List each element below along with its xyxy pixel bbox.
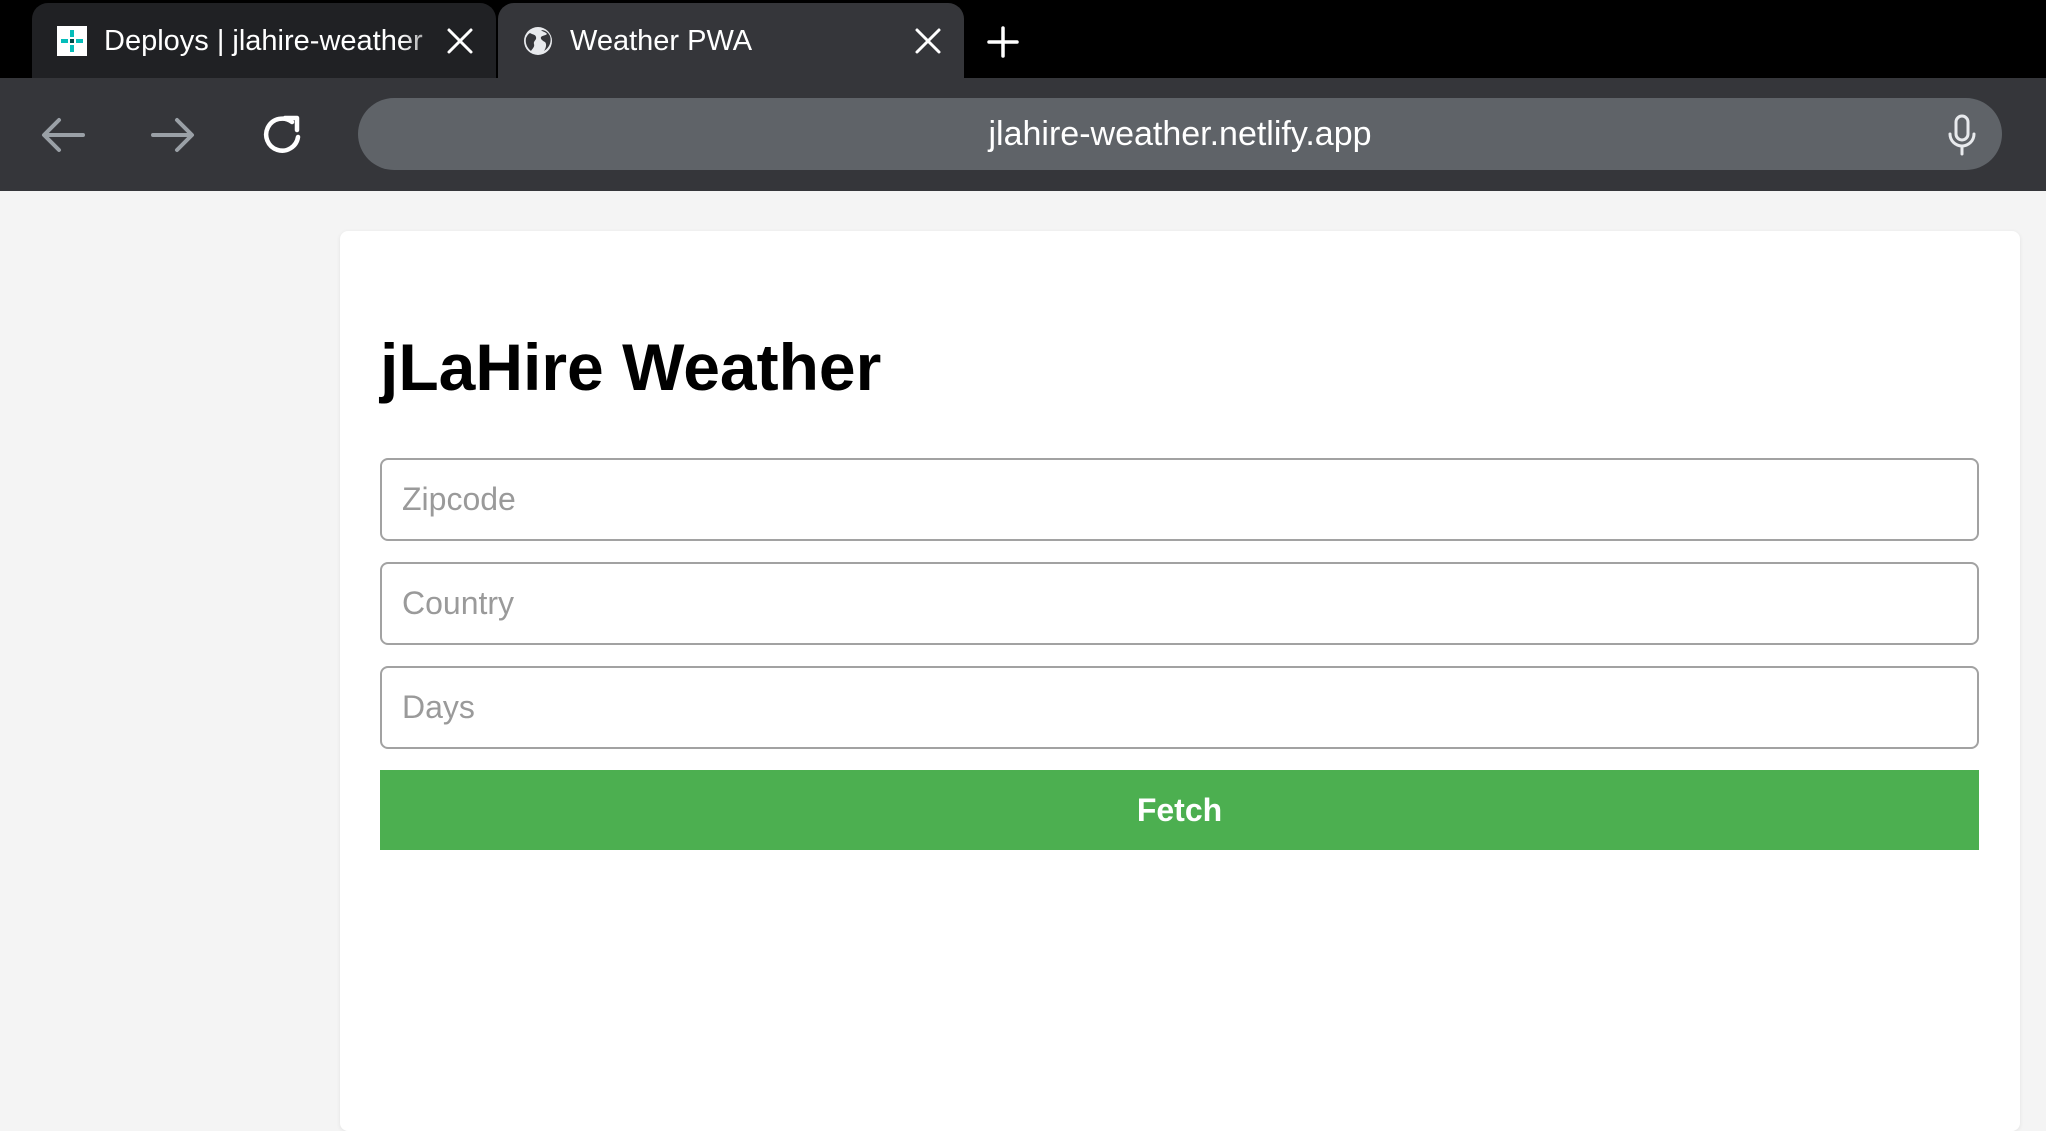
microphone-icon[interactable] bbox=[1942, 114, 1982, 156]
plus-icon[interactable] bbox=[983, 22, 1023, 62]
tab-weather-pwa[interactable]: Weather PWA bbox=[498, 3, 964, 78]
tab-title: Deploys | jlahire-weather bbox=[104, 25, 423, 57]
browser-toolbar: jlahire-weather.netlify.app bbox=[0, 78, 2046, 191]
zipcode-input[interactable] bbox=[380, 458, 1979, 541]
tab-deploys[interactable]: Deploys | jlahire-weather bbox=[32, 3, 496, 78]
days-input[interactable] bbox=[380, 666, 1979, 749]
country-input[interactable] bbox=[380, 562, 1979, 645]
close-icon[interactable] bbox=[912, 25, 944, 57]
tab-title: Weather PWA bbox=[570, 25, 753, 57]
page-viewport: jLaHire Weather Fetch bbox=[0, 191, 2046, 1131]
forward-arrow-icon[interactable] bbox=[146, 108, 200, 162]
back-arrow-icon[interactable] bbox=[36, 108, 90, 162]
weather-form-card: jLaHire Weather Fetch bbox=[340, 231, 2020, 1131]
close-icon[interactable] bbox=[444, 25, 476, 57]
page-title: jLaHire Weather bbox=[380, 330, 882, 404]
url-text: jlahire-weather.netlify.app bbox=[988, 115, 1372, 153]
fetch-button[interactable]: Fetch bbox=[380, 770, 1979, 850]
netlify-icon bbox=[56, 25, 88, 57]
address-bar[interactable]: jlahire-weather.netlify.app bbox=[358, 98, 2002, 170]
tab-strip: Deploys | jlahire-weather Weather PWA bbox=[0, 0, 2046, 78]
reload-icon[interactable] bbox=[256, 108, 310, 162]
globe-icon bbox=[522, 25, 554, 57]
